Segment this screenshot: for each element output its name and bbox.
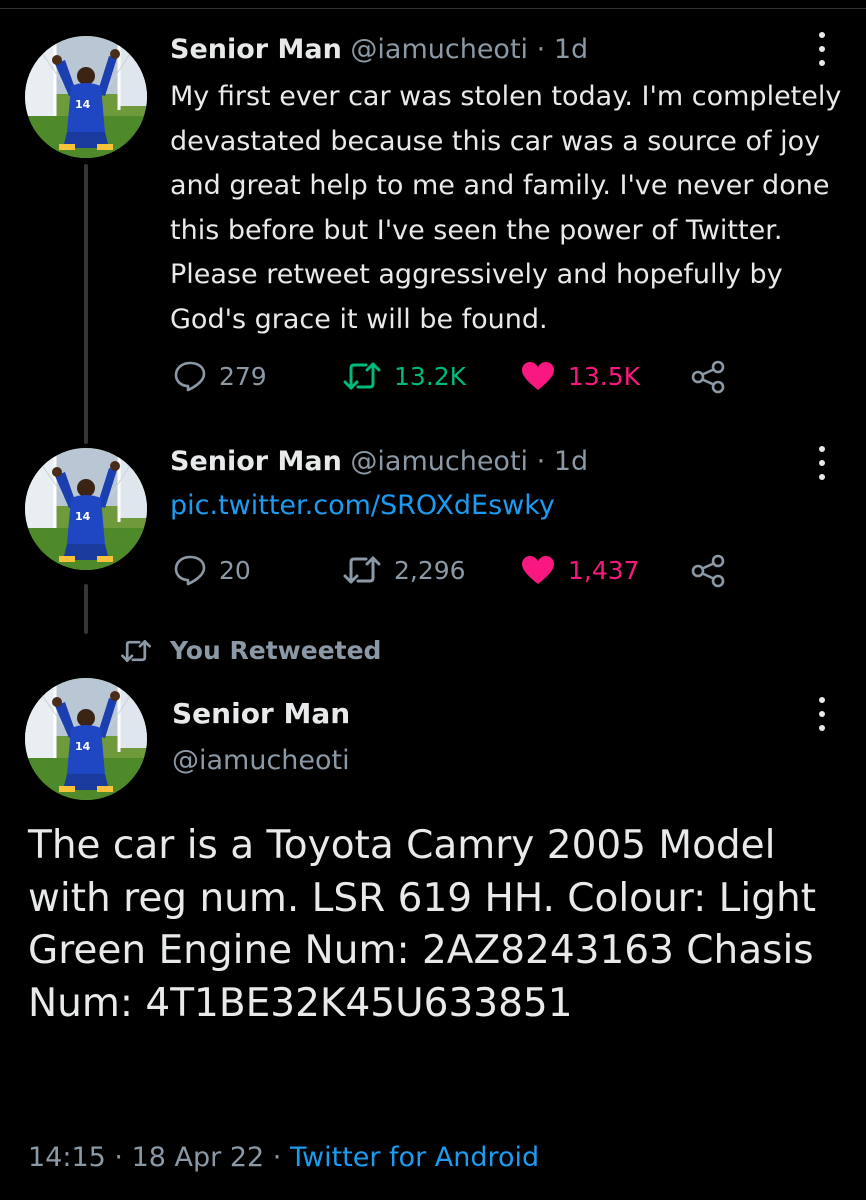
tweet-timestamp[interactable]: 14:15 xyxy=(28,1142,106,1173)
like-button[interactable]: 13.5K xyxy=(520,360,640,392)
tweet-footer: 14:15 · 18 Apr 22 · Twitter for Android xyxy=(28,1142,539,1173)
tweet-time[interactable]: 1d xyxy=(554,34,588,65)
author-name[interactable]: Senior Man xyxy=(172,697,350,730)
avatar[interactable] xyxy=(25,36,147,158)
tweet-date[interactable]: 18 Apr 22 xyxy=(132,1142,265,1173)
tweet-time[interactable]: 1d xyxy=(554,446,588,477)
thread-line xyxy=(84,584,88,634)
separator-dot: · xyxy=(272,1142,282,1173)
retweet-icon xyxy=(343,556,381,584)
tweet-text: My first ever car was stolen today. I'm … xyxy=(170,81,842,335)
reply-count: 279 xyxy=(219,361,267,391)
retweet-button[interactable]: 13.2K xyxy=(342,360,466,392)
share-icon xyxy=(691,360,725,394)
avatar[interactable] xyxy=(25,678,147,800)
share-icon xyxy=(691,554,725,588)
author-handle[interactable]: @iamucheoti xyxy=(350,446,528,477)
retweet-icon xyxy=(121,639,151,662)
thread-line xyxy=(84,164,88,444)
tweet-source[interactable]: Twitter for Android xyxy=(290,1142,539,1173)
like-count: 13.5K xyxy=(568,361,641,391)
share-button[interactable] xyxy=(690,554,738,588)
tweet-header: Senior Man @iamucheoti · 1d xyxy=(170,446,588,477)
heart-icon xyxy=(522,556,554,584)
author-handle[interactable]: @iamucheoti xyxy=(350,34,528,65)
tweet-header: Senior Man @iamucheoti · 1d xyxy=(170,34,588,65)
retweet-icon xyxy=(343,362,381,390)
separator-dot: · xyxy=(536,446,546,477)
retweet-banner: You Retweeted xyxy=(120,636,381,665)
share-button[interactable] xyxy=(690,360,738,394)
more-options-icon[interactable] xyxy=(810,697,834,731)
avatar[interactable] xyxy=(25,448,147,570)
reply-button[interactable]: 279 xyxy=(173,360,267,392)
retweet-banner-label: You Retweeted xyxy=(170,636,382,665)
tweet-text: The car is a Toyota Camry 2005 Model wit… xyxy=(28,823,816,1026)
like-button[interactable]: 1,437 xyxy=(520,554,640,586)
retweet-button[interactable]: 2,296 xyxy=(342,554,466,586)
reply-button[interactable]: 20 xyxy=(173,554,251,586)
reply-icon xyxy=(174,361,206,392)
like-count: 1,437 xyxy=(568,555,640,585)
author-name[interactable]: Senior Man xyxy=(170,34,342,65)
author-name[interactable]: Senior Man xyxy=(170,446,342,477)
reply-count: 20 xyxy=(219,555,251,585)
more-options-icon[interactable] xyxy=(810,32,834,66)
media-link[interactable]: pic.twitter.com/SROXdEswky xyxy=(170,490,555,521)
reply-icon xyxy=(174,555,206,586)
top-divider xyxy=(0,8,866,9)
heart-icon xyxy=(522,362,554,390)
separator-dot: · xyxy=(114,1142,123,1173)
separator-dot: · xyxy=(536,34,546,65)
retweet-count: 2,296 xyxy=(394,555,466,585)
author-handle[interactable]: @iamucheoti xyxy=(172,745,350,776)
retweet-count: 13.2K xyxy=(394,361,467,391)
more-options-icon[interactable] xyxy=(810,446,834,480)
